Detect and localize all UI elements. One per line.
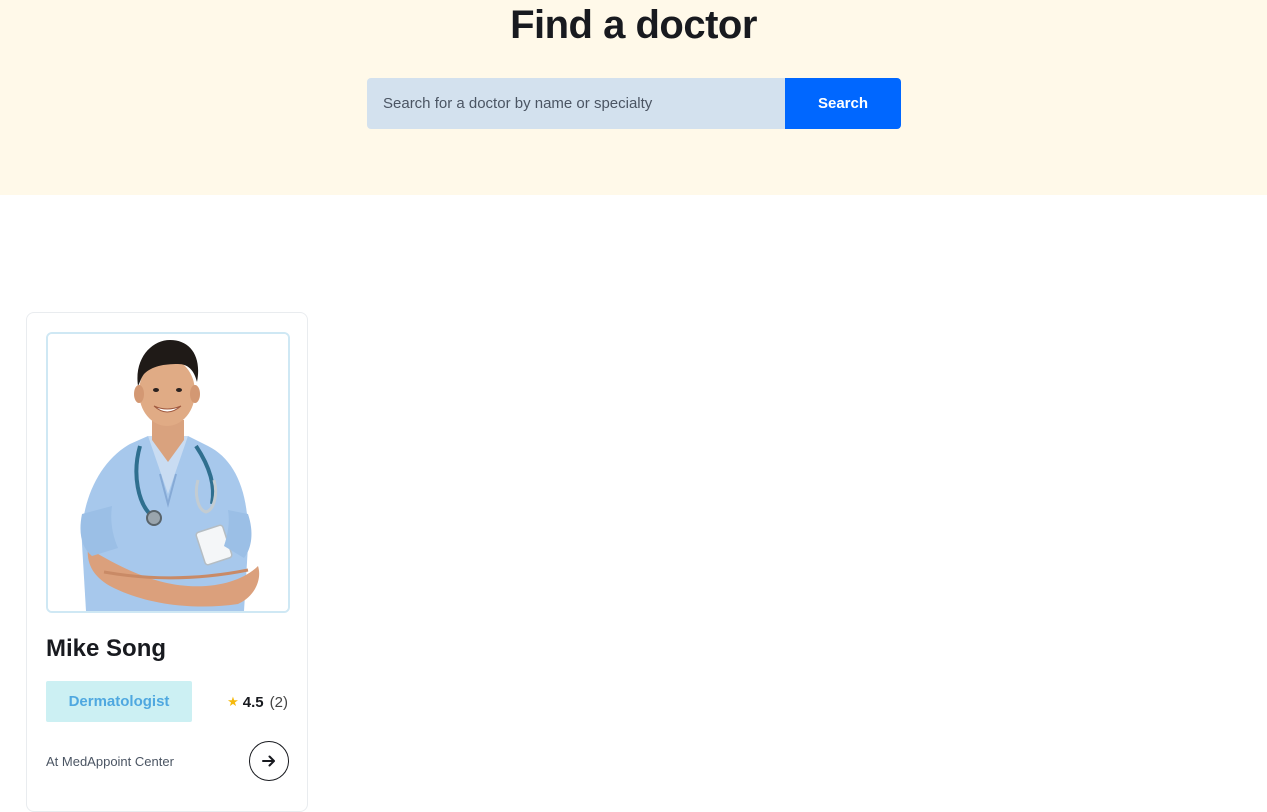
rating-count: (2): [269, 693, 288, 711]
arrow-right-icon: [262, 755, 275, 767]
star-icon: ★: [227, 694, 239, 709]
page-title: Find a doctor: [510, 3, 757, 47]
hero-section: Find a doctor Search: [0, 0, 1267, 195]
view-doctor-button[interactable]: [249, 741, 289, 781]
search-form: Search: [367, 78, 901, 129]
specialty-badge: Dermatologist: [46, 681, 192, 722]
hospital-name: At MedAppoint Center: [46, 754, 174, 769]
doctor-rating: ★ 4.5 (2): [227, 691, 288, 713]
doctor-card: Mike Song Dermatologist ★ 4.5 (2) At Med…: [26, 312, 308, 812]
search-button[interactable]: Search: [785, 78, 901, 129]
doctor-photo: [46, 332, 290, 613]
rating-value: 4.5: [242, 693, 264, 711]
doctor-name: Mike Song: [46, 635, 167, 662]
search-input[interactable]: [367, 78, 785, 129]
